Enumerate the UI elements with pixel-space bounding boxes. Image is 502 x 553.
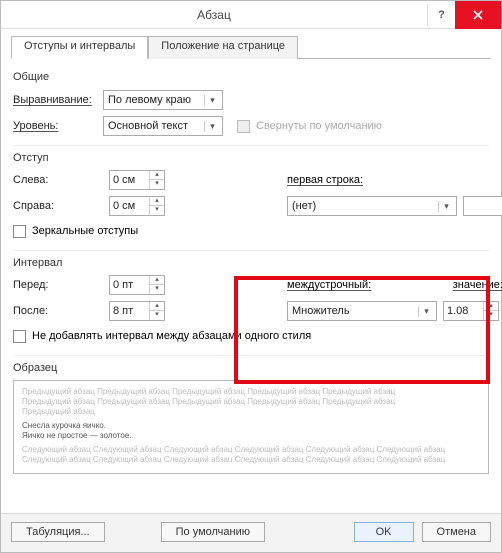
first-line-value: (нет) [292, 200, 438, 212]
set-default-button[interactable]: По умолчанию [161, 522, 265, 542]
collapsed-by-default-checkbox: Свернуты по умолчанию [237, 120, 382, 133]
chevron-down-icon: ▾ [150, 180, 164, 189]
spinner-buttons[interactable]: ▴▾ [149, 276, 164, 294]
alignment-select[interactable]: По левому краю ▾ [103, 90, 223, 110]
chevron-up-icon: ▴ [150, 171, 164, 180]
checkbox-icon [237, 120, 250, 133]
before-label: Перед: [13, 279, 103, 291]
outline-level-select[interactable]: Основной текст ▾ [103, 116, 223, 136]
first-line-label: первая строка: [287, 174, 457, 186]
chevron-down-icon: ▾ [150, 311, 164, 320]
chevron-up-icon: ▴ [484, 302, 498, 311]
help-button[interactable]: ? [427, 4, 455, 26]
spinner-buttons[interactable]: ▴▾ [149, 302, 164, 320]
close-button[interactable] [455, 1, 501, 29]
line-spacing-value: Множитель [292, 305, 418, 317]
tab-line-page-breaks[interactable]: Положение на странице [148, 36, 298, 59]
first-line-select[interactable]: (нет) ▾ [287, 196, 457, 216]
right-indent-label: Справа: [13, 200, 103, 212]
preview-line: Предыдущий абзац Предыдущий абзац Предыд… [22, 397, 480, 407]
right-indent-spinner[interactable]: 0 см ▴▾ [109, 196, 165, 216]
section-preview: Образец [13, 362, 489, 374]
cancel-button[interactable]: Отмена [422, 522, 491, 542]
preview-line: Яичко не простое — золотое. [22, 431, 480, 441]
preview-line: Предыдущий абзац [22, 407, 480, 417]
right-indent-value: 0 см [110, 200, 149, 212]
chevron-down-icon: ▾ [204, 95, 220, 106]
chevron-down-icon: ▾ [438, 201, 454, 212]
nosame-label: Не добавлять интервал между абзацами одн… [32, 330, 311, 342]
chevron-down-icon: ▾ [150, 206, 164, 215]
at-label: значение: [443, 279, 502, 291]
preview-line: Следующий абзац Следующий абзац Следующи… [22, 455, 480, 465]
line-spacing-label: междустрочный: [287, 279, 437, 291]
after-value: 8 пт [110, 305, 149, 317]
window-title: Абзац [1, 8, 427, 22]
close-icon [473, 10, 483, 20]
spinner-buttons[interactable]: ▴▾ [149, 171, 164, 189]
spinner-buttons[interactable]: ▴▾ [149, 197, 164, 215]
preview-line: Снесла курочка яичко. [22, 421, 480, 431]
at-value: 1.08 [444, 305, 483, 317]
preview-line: Предыдущий абзац Предыдущий абзац Предыд… [22, 387, 480, 397]
line-spacing-select[interactable]: Множитель ▾ [287, 301, 437, 321]
before-spinner[interactable]: 0 пт ▴▾ [109, 275, 165, 295]
collapsed-label: Свернуты по умолчанию [256, 120, 382, 132]
section-spacing: Интервал [13, 257, 489, 269]
chevron-up-icon: ▴ [150, 276, 164, 285]
section-general: Общие [13, 71, 489, 83]
ok-button[interactable]: OK [354, 522, 414, 542]
mirror-label: Зеркальные отступы [32, 225, 138, 237]
chevron-up-icon: ▴ [150, 197, 164, 206]
dialog-footer: Табуляция... По умолчанию OK Отмена [1, 513, 501, 552]
level-value: Основной текст [108, 120, 204, 132]
after-label: После: [13, 305, 103, 317]
mirror-indents-checkbox[interactable]: Зеркальные отступы [13, 225, 138, 238]
chevron-down-icon: ▾ [484, 311, 498, 320]
tab-strip: Отступы и интервалы Положение на страниц… [11, 35, 491, 59]
tab-indents-spacing[interactable]: Отступы и интервалы [11, 36, 148, 59]
alignment-value: По левому краю [108, 94, 204, 106]
tabs-button[interactable]: Табуляция... [11, 522, 105, 542]
titlebar: Абзац ? [1, 1, 501, 29]
chevron-down-icon: ▾ [204, 121, 220, 132]
checkbox-icon [13, 330, 26, 343]
first-line-by-spinner[interactable]: ▴▾ [463, 196, 502, 216]
no-space-same-style-checkbox[interactable]: Не добавлять интервал между абзацами одн… [13, 330, 311, 343]
chevron-down-icon: ▾ [150, 285, 164, 294]
chevron-up-icon: ▴ [150, 302, 164, 311]
left-indent-value: 0 см [110, 174, 149, 186]
by-label: на: [463, 174, 502, 186]
section-indent: Отступ [13, 152, 489, 164]
preview-line: Следующий абзац Следующий абзац Следующи… [22, 445, 480, 455]
level-label: Уровень: [13, 120, 103, 132]
spinner-buttons[interactable]: ▴▾ [483, 302, 498, 320]
after-spinner[interactable]: 8 пт ▴▾ [109, 301, 165, 321]
alignment-label: Выравнивание: [13, 94, 103, 106]
at-spinner[interactable]: 1.08 ▴▾ [443, 301, 499, 321]
checkbox-icon [13, 225, 26, 238]
left-indent-label: Слева: [13, 174, 103, 186]
left-indent-spinner[interactable]: 0 см ▴▾ [109, 170, 165, 190]
paragraph-dialog: Абзац ? Отступы и интервалы Положение на… [0, 0, 502, 553]
chevron-down-icon: ▾ [418, 306, 434, 317]
preview-box: Предыдущий абзац Предыдущий абзац Предыд… [13, 380, 489, 474]
before-value: 0 пт [110, 279, 149, 291]
